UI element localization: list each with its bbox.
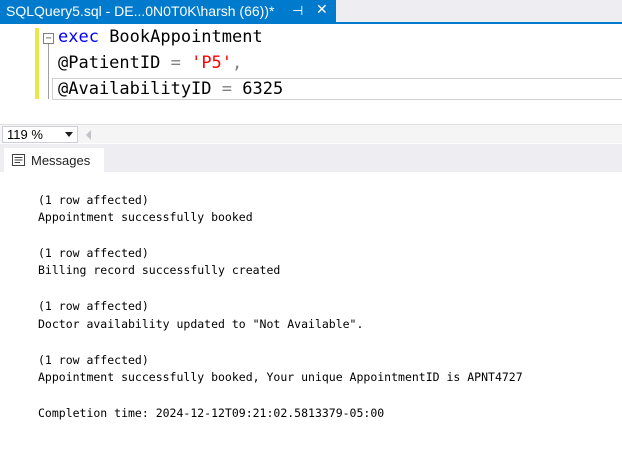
string-value: 'P5' — [191, 53, 233, 73]
zoom-value: 119 % — [7, 127, 43, 142]
tab-messages[interactable]: Messages — [4, 148, 104, 172]
code-line-2: @PatientID = 'P5', — [58, 53, 242, 73]
message-line: Billing record successfully created — [38, 263, 281, 277]
code-line-1: exec BookAppointment — [58, 27, 263, 47]
messages-icon — [12, 154, 25, 166]
zoom-dropdown[interactable]: 119 % — [2, 126, 78, 143]
comma: , — [232, 53, 243, 73]
document-tab-title: SQLQuery5.sql - DE...0N0T0K\harsh (66))* — [6, 3, 275, 19]
collapse-icon[interactable]: − — [43, 33, 54, 44]
message-line: (1 row affected) — [38, 299, 149, 313]
messages-pane[interactable]: (1 row affected) Appointment successfull… — [0, 172, 622, 457]
param-patientid: @PatientID — [58, 53, 161, 73]
tab-messages-label: Messages — [31, 152, 91, 168]
scroll-left-icon[interactable] — [86, 130, 91, 140]
code-line-3: @AvailabilityID = 6325 — [58, 79, 283, 99]
numeric-value: 6325 — [242, 79, 284, 99]
pin-icon[interactable]: ⊣ — [292, 3, 303, 19]
close-icon[interactable]: ✕ — [316, 1, 328, 18]
procedure-name: BookAppointment — [98, 27, 263, 47]
message-line: Doctor availability updated to "Not Avai… — [38, 317, 364, 331]
message-line: Appointment successfully booked, Your un… — [38, 370, 523, 384]
outline-line — [48, 44, 49, 99]
message-line: (1 row affected) — [38, 353, 149, 367]
document-tab-bar: SQLQuery5.sql - DE...0N0T0K\harsh (66))*… — [0, 0, 622, 24]
results-tab-strip: Messages — [0, 144, 622, 172]
message-line: Completion time: 2024-12-12T09:21:02.581… — [38, 406, 385, 420]
change-tracking-bar — [35, 28, 39, 99]
message-line: (1 row affected) — [38, 246, 149, 260]
chevron-down-icon[interactable] — [65, 132, 73, 137]
message-line: (1 row affected) — [38, 193, 149, 207]
param-availabilityid: @AvailabilityID — [58, 79, 212, 99]
keyword-exec: exec — [58, 27, 99, 47]
document-tab[interactable]: SQLQuery5.sql - DE...0N0T0K\harsh (66))*… — [0, 0, 336, 22]
operator-equals: = — [160, 53, 192, 73]
code-editor[interactable]: − exec BookAppointment @PatientID = 'P5'… — [0, 24, 622, 123]
message-line: Appointment successfully booked — [38, 210, 253, 224]
operator-equals: = — [211, 79, 243, 99]
zoom-bar: 119 % — [0, 124, 622, 143]
